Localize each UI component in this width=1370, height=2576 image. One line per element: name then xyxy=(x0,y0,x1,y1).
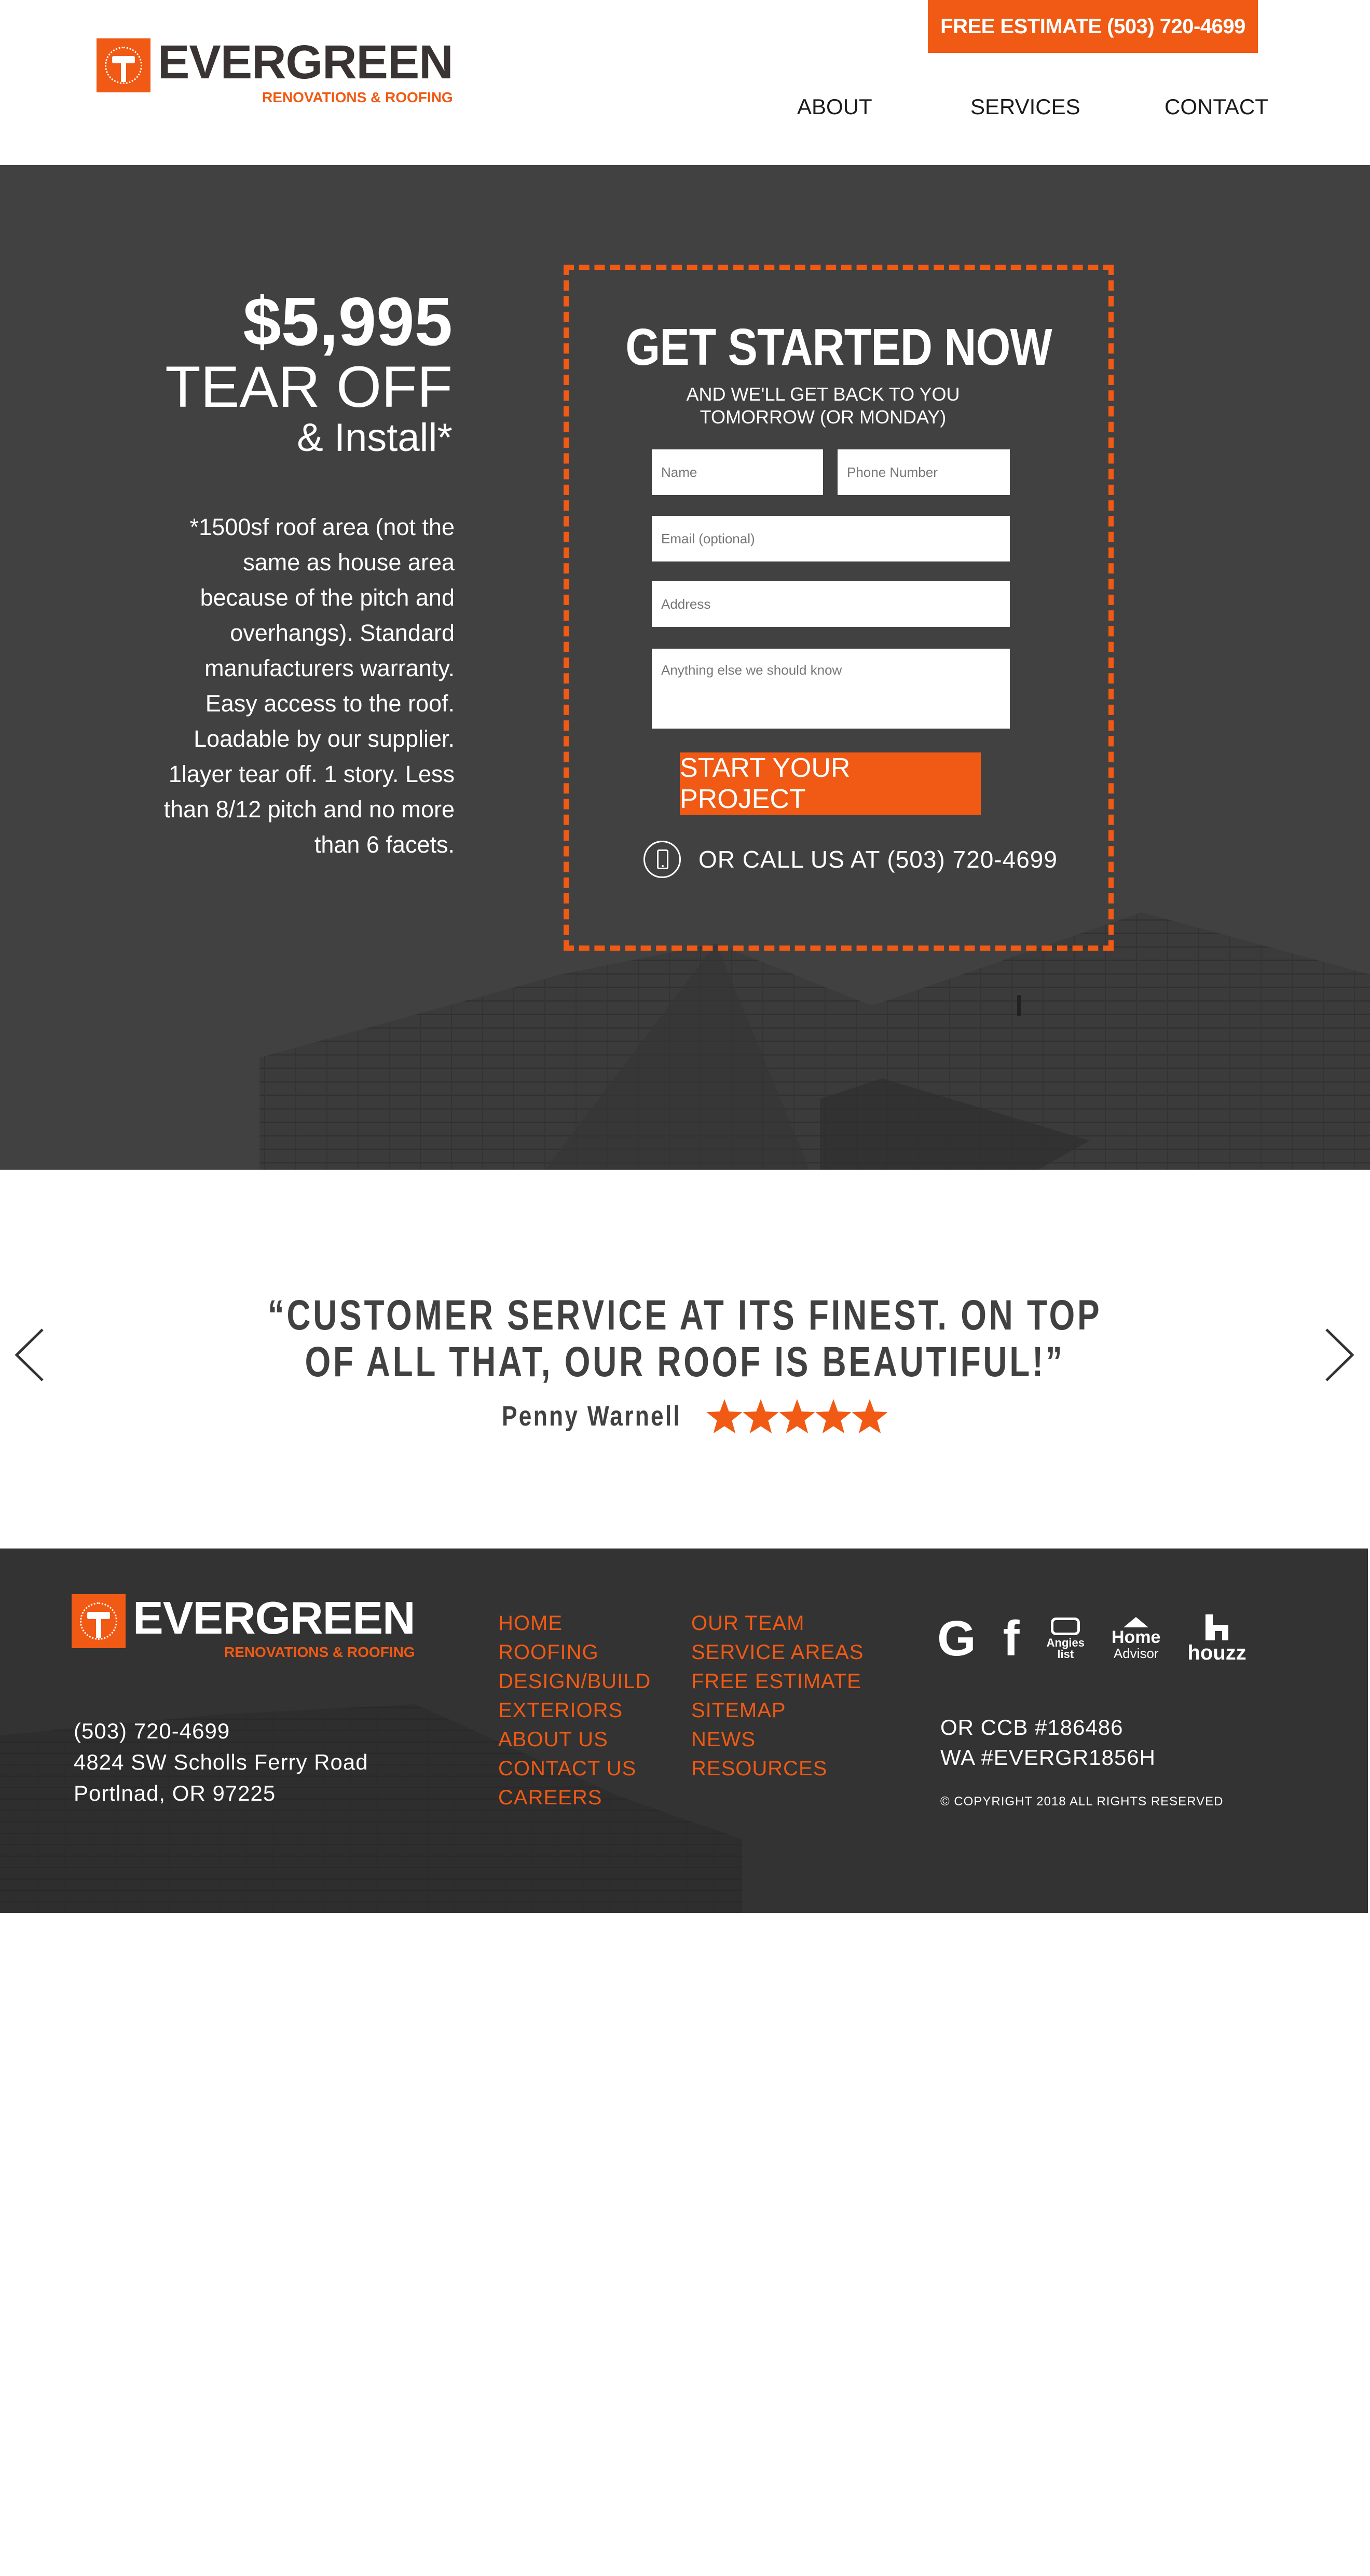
notes-textarea[interactable]: Anything else we should know xyxy=(652,649,1010,729)
logo-wordmark: EVERGREEN xyxy=(133,1592,416,1643)
footer-link-service-areas[interactable]: SERVICE AREAS xyxy=(691,1638,864,1667)
footer-address-line1: 4824 SW Scholls Ferry Road xyxy=(74,1750,368,1774)
star-icon xyxy=(815,1399,852,1433)
form-subtitle: AND WE'LL GET BACK TO YOU TOMORROW (OR M… xyxy=(686,383,960,428)
footer-link-exteriors[interactable]: EXTERIORS xyxy=(498,1696,651,1725)
google-icon[interactable]: G xyxy=(937,1614,976,1664)
site-footer: EVERGREEN RENOVATIONS & ROOFING (503) 72… xyxy=(0,1549,1368,1913)
offer-disclaimer: *1500sf roof area (not the same as house… xyxy=(163,514,455,858)
site-header: EVERGREEN RENOVATIONS & ROOFING FREE EST… xyxy=(0,0,1370,165)
email-input[interactable]: Email (optional) xyxy=(652,516,1010,561)
footer-contact: (503) 720-4699 4824 SW Scholls Ferry Roa… xyxy=(74,1716,368,1809)
star-icon xyxy=(743,1399,779,1433)
houzz-icon[interactable]: houzz xyxy=(1187,1614,1246,1663)
footer-link-design-build[interactable]: DESIGN/BUILD xyxy=(498,1667,651,1696)
logo-tagline: RENOVATIONS & ROOFING xyxy=(262,89,453,105)
license-wa: WA #EVERGR1856H xyxy=(940,1745,1156,1770)
hero-section: $5,995 TEAR OFF & Install* *1500sf roof … xyxy=(0,165,1370,1170)
copyright: © COPYRIGHT 2018 ALL RIGHTS RESERVED xyxy=(940,1794,1224,1808)
call-us-link[interactable]: OR CALL US AT (503) 720-4699 xyxy=(643,841,1058,878)
footer-address-line2: Portlnad, OR 97225 xyxy=(74,1781,276,1805)
hammer-logo-icon xyxy=(72,1594,126,1648)
footer-link-sitemap[interactable]: SITEMAP xyxy=(691,1696,864,1725)
footer-links-col1: HOME ROOFING DESIGN/BUILD EXTERIORS ABOU… xyxy=(498,1609,651,1812)
start-project-button[interactable]: START YOUR PROJECT xyxy=(680,752,981,815)
offer-headline: TEAR OFF xyxy=(165,354,453,419)
estimate-form: GET STARTED NOW AND WE'LL GET BACK TO YO… xyxy=(564,265,1114,951)
nav-about[interactable]: ABOUT xyxy=(797,94,872,119)
footer-link-roofing[interactable]: ROOFING xyxy=(498,1638,651,1667)
facebook-icon[interactable]: f xyxy=(1003,1614,1020,1664)
evergreen-logo[interactable]: EVERGREEN RENOVATIONS & ROOFING xyxy=(97,36,454,105)
footer-phone[interactable]: (503) 720-4699 xyxy=(74,1716,368,1747)
nav-services[interactable]: SERVICES xyxy=(970,94,1080,119)
footer-logo[interactable]: EVERGREEN RENOVATIONS & ROOFING xyxy=(72,1592,416,1660)
footer-link-free-estimate[interactable]: FREE ESTIMATE xyxy=(691,1667,864,1696)
chevron-right-icon[interactable] xyxy=(1321,1326,1358,1383)
phone-input[interactable]: Phone Number xyxy=(838,449,1010,495)
offer-subline: & Install* xyxy=(297,416,453,460)
footer-link-about-us[interactable]: ABOUT US xyxy=(498,1725,651,1754)
star-icon xyxy=(706,1399,743,1433)
call-us-text: OR CALL US AT (503) 720-4699 xyxy=(698,846,1058,873)
footer-link-home[interactable]: HOME xyxy=(498,1609,651,1638)
mobile-phone-icon xyxy=(643,841,681,878)
footer-link-resources[interactable]: RESOURCES xyxy=(691,1754,864,1783)
nav-contact[interactable]: CONTACT xyxy=(1164,94,1268,119)
license-info: OR CCB #186486 WA #EVERGR1856H xyxy=(940,1712,1156,1773)
homeadvisor-icon[interactable]: Home Advisor xyxy=(1112,1617,1160,1661)
address-input[interactable]: Address xyxy=(652,581,1010,627)
testimonial-attribution: Penny Warnell xyxy=(0,1399,1370,1433)
name-input[interactable]: Name xyxy=(652,449,823,495)
footer-link-contact-us[interactable]: CONTACT US xyxy=(498,1754,651,1783)
angies-list-icon[interactable]: Angies list xyxy=(1047,1618,1085,1660)
testimonial-quote: “CUSTOMER SERVICE AT ITS FINEST. ON TOP … xyxy=(268,1292,1102,1386)
footer-link-our-team[interactable]: OUR TEAM xyxy=(691,1609,864,1638)
footer-links-col2: OUR TEAM SERVICE AREAS FREE ESTIMATE SIT… xyxy=(691,1609,864,1783)
star-icon xyxy=(852,1399,888,1433)
testimonial-section: “CUSTOMER SERVICE AT ITS FINEST. ON TOP … xyxy=(0,1170,1370,1549)
free-estimate-button[interactable]: FREE ESTIMATE (503) 720-4699 xyxy=(928,0,1258,53)
price: $5,995 xyxy=(243,283,453,360)
footer-link-careers[interactable]: CAREERS xyxy=(498,1783,651,1812)
social-links: G f Angies list Home Advisor houzz xyxy=(937,1614,1273,1664)
license-or: OR CCB #186486 xyxy=(940,1715,1124,1739)
testimonial-author: Penny Warnell xyxy=(501,1401,682,1432)
footer-link-news[interactable]: NEWS xyxy=(691,1725,864,1754)
star-rating xyxy=(706,1399,888,1433)
hammer-logo-icon xyxy=(97,38,150,92)
price-block: $5,995 TEAR OFF & Install* xyxy=(165,287,453,460)
star-icon xyxy=(779,1399,815,1433)
form-title: GET STARTED NOW xyxy=(625,318,1052,376)
logo-wordmark: EVERGREEN xyxy=(158,36,454,89)
logo-tagline: RENOVATIONS & ROOFING xyxy=(224,1644,415,1660)
